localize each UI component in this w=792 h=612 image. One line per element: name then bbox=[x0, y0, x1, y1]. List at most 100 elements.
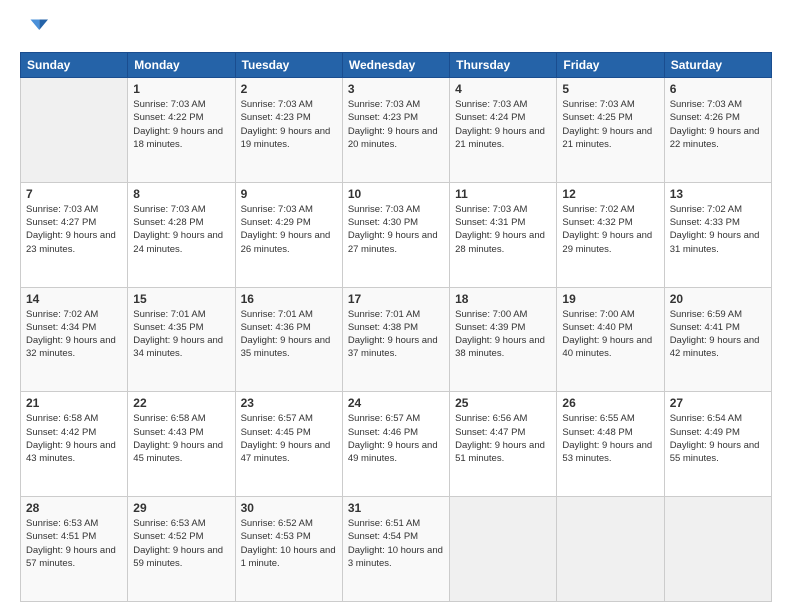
day-detail: Sunrise: 6:57 AMSunset: 4:45 PMDaylight:… bbox=[241, 412, 337, 465]
day-number: 4 bbox=[455, 82, 551, 96]
day-number: 29 bbox=[133, 501, 229, 515]
day-number: 13 bbox=[670, 187, 766, 201]
day-cell: 15 Sunrise: 7:01 AMSunset: 4:35 PMDayligh… bbox=[128, 287, 235, 392]
day-cell: 2Sunrise: 7:03 AMSunset: 4:23 PMDaylight… bbox=[235, 78, 342, 183]
week-row-4: 28Sunrise: 6:53 AMSunset: 4:51 PMDayligh… bbox=[21, 497, 772, 602]
day-detail: Sunrise: 7:01 AMSunset: 4:35 PMDaylight:… bbox=[133, 308, 229, 361]
day-cell: 28Sunrise: 6:53 AMSunset: 4:51 PMDayligh… bbox=[21, 497, 128, 602]
day-cell: 20 Sunrise: 6:59 AMSunset: 4:41 PMDayligh… bbox=[664, 287, 771, 392]
day-cell: 30 Sunrise: 6:52 AMSunset: 4:53 PMDayligh… bbox=[235, 497, 342, 602]
day-cell: 24 Sunrise: 6:57 AMSunset: 4:46 PMDayligh… bbox=[342, 392, 449, 497]
day-number: 22 bbox=[133, 396, 229, 410]
day-cell: 18Sunrise: 7:00 AMSunset: 4:39 PMDayligh… bbox=[450, 287, 557, 392]
weekday-header-sunday: Sunday bbox=[21, 53, 128, 78]
week-row-1: 7Sunrise: 7:03 AMSunset: 4:27 PMDaylight… bbox=[21, 182, 772, 287]
page: SundayMondayTuesdayWednesdayThursdayFrid… bbox=[0, 0, 792, 612]
day-detail: Sunrise: 7:00 AMSunset: 4:39 PMDaylight:… bbox=[455, 308, 551, 361]
weekday-header-friday: Friday bbox=[557, 53, 664, 78]
day-number: 5 bbox=[562, 82, 658, 96]
day-detail: Sunrise: 6:57 AMSunset: 4:46 PMDaylight:… bbox=[348, 412, 444, 465]
day-detail: Sunrise: 6:55 AMSunset: 4:48 PMDaylight:… bbox=[562, 412, 658, 465]
day-number: 1 bbox=[133, 82, 229, 96]
day-cell: 12Sunrise: 7:02 AMSunset: 4:32 PMDayligh… bbox=[557, 182, 664, 287]
day-number: 7 bbox=[26, 187, 122, 201]
weekday-header-wednesday: Wednesday bbox=[342, 53, 449, 78]
day-cell: 29Sunrise: 6:53 AMSunset: 4:52 PMDayligh… bbox=[128, 497, 235, 602]
day-detail: Sunrise: 6:52 AMSunset: 4:53 PMDaylight:… bbox=[241, 517, 337, 570]
day-detail: Sunrise: 7:02 AMSunset: 4:33 PMDaylight:… bbox=[670, 203, 766, 256]
day-detail: Sunrise: 7:03 AMSunset: 4:25 PMDaylight:… bbox=[562, 98, 658, 151]
day-number: 11 bbox=[455, 187, 551, 201]
day-cell: 10 Sunrise: 7:03 AMSunset: 4:30 PMDayligh… bbox=[342, 182, 449, 287]
day-cell: 5 Sunrise: 7:03 AMSunset: 4:25 PMDaylight… bbox=[557, 78, 664, 183]
weekday-header-monday: Monday bbox=[128, 53, 235, 78]
week-row-2: 14Sunrise: 7:02 AMSunset: 4:34 PMDayligh… bbox=[21, 287, 772, 392]
calendar: SundayMondayTuesdayWednesdayThursdayFrid… bbox=[20, 52, 772, 602]
day-cell: 4 Sunrise: 7:03 AMSunset: 4:24 PMDaylight… bbox=[450, 78, 557, 183]
day-number: 27 bbox=[670, 396, 766, 410]
day-cell: 13 Sunrise: 7:02 AMSunset: 4:33 PMDayligh… bbox=[664, 182, 771, 287]
day-cell: 19Sunrise: 7:00 AMSunset: 4:40 PMDayligh… bbox=[557, 287, 664, 392]
day-number: 23 bbox=[241, 396, 337, 410]
day-detail: Sunrise: 7:01 AMSunset: 4:36 PMDaylight:… bbox=[241, 308, 337, 361]
day-detail: Sunrise: 7:03 AMSunset: 4:28 PMDaylight:… bbox=[133, 203, 229, 256]
day-cell: 1 Sunrise: 7:03 AMSunset: 4:22 PMDaylight… bbox=[128, 78, 235, 183]
day-number: 15 bbox=[133, 292, 229, 306]
day-detail: Sunrise: 6:59 AMSunset: 4:41 PMDaylight:… bbox=[670, 308, 766, 361]
day-detail: Sunrise: 7:02 AMSunset: 4:32 PMDaylight:… bbox=[562, 203, 658, 256]
day-detail: Sunrise: 7:03 AMSunset: 4:30 PMDaylight:… bbox=[348, 203, 444, 256]
day-cell bbox=[557, 497, 664, 602]
day-cell: 8 Sunrise: 7:03 AMSunset: 4:28 PMDaylight… bbox=[128, 182, 235, 287]
day-detail: Sunrise: 6:58 AMSunset: 4:42 PMDaylight:… bbox=[26, 412, 122, 465]
day-number: 26 bbox=[562, 396, 658, 410]
day-cell: 23 Sunrise: 6:57 AMSunset: 4:45 PMDayligh… bbox=[235, 392, 342, 497]
calendar-body: 1 Sunrise: 7:03 AMSunset: 4:22 PMDaylight… bbox=[21, 78, 772, 602]
day-detail: Sunrise: 6:56 AMSunset: 4:47 PMDaylight:… bbox=[455, 412, 551, 465]
day-cell bbox=[21, 78, 128, 183]
day-cell bbox=[664, 497, 771, 602]
day-cell: 26 Sunrise: 6:55 AMSunset: 4:48 PMDayligh… bbox=[557, 392, 664, 497]
day-number: 10 bbox=[348, 187, 444, 201]
day-detail: Sunrise: 6:51 AMSunset: 4:54 PMDaylight:… bbox=[348, 517, 444, 570]
day-number: 30 bbox=[241, 501, 337, 515]
day-detail: Sunrise: 6:58 AMSunset: 4:43 PMDaylight:… bbox=[133, 412, 229, 465]
day-cell: 9Sunrise: 7:03 AMSunset: 4:29 PMDaylight… bbox=[235, 182, 342, 287]
day-detail: Sunrise: 7:03 AMSunset: 4:24 PMDaylight:… bbox=[455, 98, 551, 151]
weekday-header-thursday: Thursday bbox=[450, 53, 557, 78]
logo bbox=[20, 16, 52, 44]
logo-icon bbox=[20, 16, 48, 44]
day-cell: 21 Sunrise: 6:58 AMSunset: 4:42 PMDayligh… bbox=[21, 392, 128, 497]
day-detail: Sunrise: 7:03 AMSunset: 4:26 PMDaylight:… bbox=[670, 98, 766, 151]
day-detail: Sunrise: 6:53 AMSunset: 4:51 PMDaylight:… bbox=[26, 517, 122, 570]
day-cell: 31 Sunrise: 6:51 AMSunset: 4:54 PMDayligh… bbox=[342, 497, 449, 602]
day-number: 17 bbox=[348, 292, 444, 306]
day-number: 6 bbox=[670, 82, 766, 96]
day-cell: 7Sunrise: 7:03 AMSunset: 4:27 PMDaylight… bbox=[21, 182, 128, 287]
day-number: 16 bbox=[241, 292, 337, 306]
day-detail: Sunrise: 7:01 AMSunset: 4:38 PMDaylight:… bbox=[348, 308, 444, 361]
day-number: 20 bbox=[670, 292, 766, 306]
day-cell: 11 Sunrise: 7:03 AMSunset: 4:31 PMDayligh… bbox=[450, 182, 557, 287]
day-detail: Sunrise: 7:00 AMSunset: 4:40 PMDaylight:… bbox=[562, 308, 658, 361]
day-number: 25 bbox=[455, 396, 551, 410]
day-number: 31 bbox=[348, 501, 444, 515]
day-cell: 3 Sunrise: 7:03 AMSunset: 4:23 PMDaylight… bbox=[342, 78, 449, 183]
day-number: 3 bbox=[348, 82, 444, 96]
day-cell: 17 Sunrise: 7:01 AMSunset: 4:38 PMDayligh… bbox=[342, 287, 449, 392]
day-number: 9 bbox=[241, 187, 337, 201]
day-cell: 25 Sunrise: 6:56 AMSunset: 4:47 PMDayligh… bbox=[450, 392, 557, 497]
day-detail: Sunrise: 7:03 AMSunset: 4:31 PMDaylight:… bbox=[455, 203, 551, 256]
week-row-3: 21 Sunrise: 6:58 AMSunset: 4:42 PMDayligh… bbox=[21, 392, 772, 497]
weekday-row: SundayMondayTuesdayWednesdayThursdayFrid… bbox=[21, 53, 772, 78]
day-cell: 22 Sunrise: 6:58 AMSunset: 4:43 PMDayligh… bbox=[128, 392, 235, 497]
day-number: 24 bbox=[348, 396, 444, 410]
day-cell: 6 Sunrise: 7:03 AMSunset: 4:26 PMDaylight… bbox=[664, 78, 771, 183]
top-section bbox=[20, 16, 772, 44]
day-detail: Sunrise: 7:03 AMSunset: 4:23 PMDaylight:… bbox=[348, 98, 444, 151]
day-number: 21 bbox=[26, 396, 122, 410]
day-cell bbox=[450, 497, 557, 602]
day-number: 8 bbox=[133, 187, 229, 201]
calendar-header: SundayMondayTuesdayWednesdayThursdayFrid… bbox=[21, 53, 772, 78]
day-detail: Sunrise: 7:03 AMSunset: 4:22 PMDaylight:… bbox=[133, 98, 229, 151]
day-number: 2 bbox=[241, 82, 337, 96]
